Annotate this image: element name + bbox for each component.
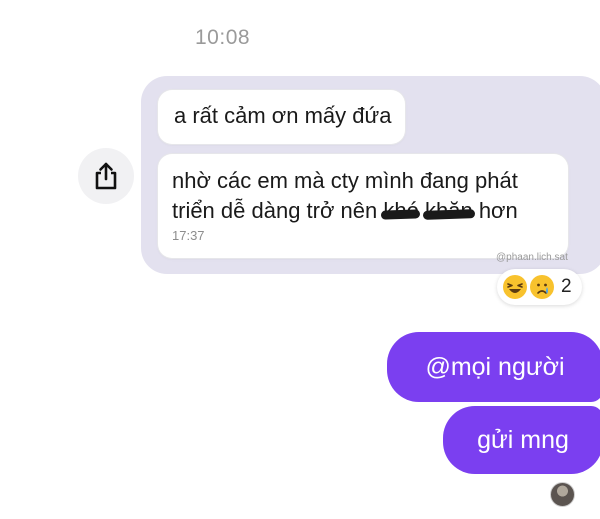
scribbled-word-1: khó: [383, 196, 418, 226]
line-2-suffix: hơn: [478, 198, 518, 223]
reaction-count: 2: [561, 276, 572, 297]
scribbled-word-2: khăn: [425, 196, 473, 226]
outgoing-message-2-text: gửi mng: [477, 425, 569, 454]
share-button[interactable]: [78, 148, 134, 204]
crying-emoji-icon: [530, 275, 554, 299]
line-2-prefix: triển dễ dàng trở nên: [172, 198, 378, 223]
laughing-emoji-icon: [503, 275, 527, 299]
forwarded-message-time: 17:37: [172, 228, 205, 243]
forwarded-message-2: nhờ các em mà cty mình đang phát triển d…: [158, 154, 568, 258]
watermark: @phaan.lich.sat: [496, 252, 568, 263]
forwarded-message-2-line-2: triển dễ dàng trở nên khó khăn hơn: [172, 196, 558, 226]
reaction-bar[interactable]: 2: [497, 269, 582, 305]
seen-avatar[interactable]: [550, 482, 575, 507]
chat-timestamp: 10:08: [195, 26, 251, 49]
outgoing-message-1-text: @mọi người: [425, 352, 565, 381]
forwarded-message-1-text: a rất cảm ơn mấy đứa: [174, 103, 392, 128]
outgoing-message-2[interactable]: gửi mng: [443, 406, 600, 474]
forwarded-message-1: a rất cảm ơn mấy đứa: [158, 90, 406, 144]
forwarded-screenshot: a rất cảm ơn mấy đứa nhờ các em mà cty m…: [150, 84, 576, 269]
forwarded-message-2-line-1: nhờ các em mà cty mình đang phát: [172, 168, 518, 193]
outgoing-message-1[interactable]: @mọi người: [387, 332, 600, 402]
share-icon: [95, 162, 117, 190]
